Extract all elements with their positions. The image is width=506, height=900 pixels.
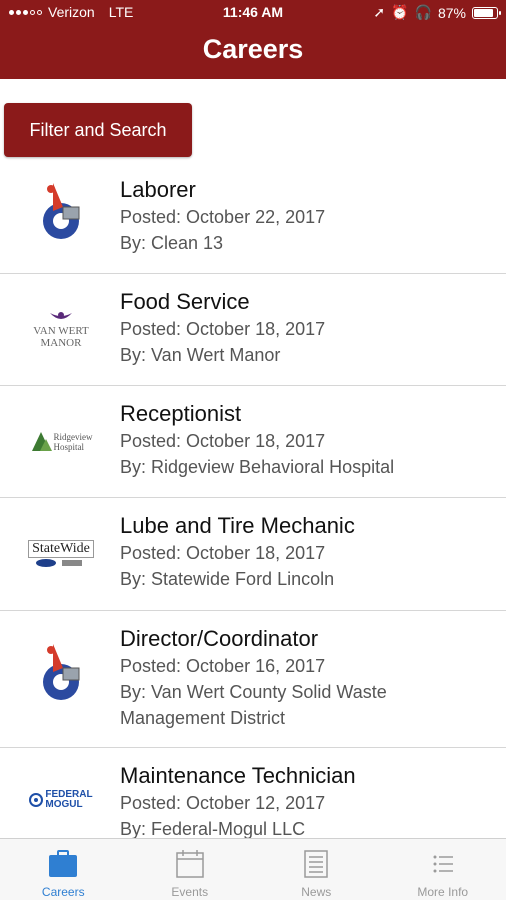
logo-text: VAN WERT <box>33 325 89 337</box>
job-list-item[interactable]: Ridgeview Hospital Receptionist Posted: … <box>0 386 506 498</box>
logo-text: Ridgeview <box>53 432 93 442</box>
location-icon: ➚ <box>373 4 386 20</box>
tab-label: News <box>301 885 332 899</box>
calendar-icon <box>176 850 204 878</box>
tab-careers[interactable]: Careers <box>0 839 127 900</box>
battery-percent: 87% <box>437 4 466 21</box>
logo-text: Hospital <box>53 442 85 452</box>
job-list-item[interactable]: Director/Coordinator Posted: October 16,… <box>0 611 506 748</box>
job-posted-date: Posted: October 22, 2017 <box>120 207 326 227</box>
job-posted-date: Posted: October 12, 2017 <box>120 793 326 813</box>
alarm-icon: ⏰ <box>391 4 409 20</box>
filter-and-search-button[interactable]: Filter and Search <box>4 103 192 157</box>
job-title: Laborer <box>120 177 196 202</box>
job-list-item[interactable]: VAN WERT MANOR Food Service Posted: Octo… <box>0 274 506 386</box>
van-wert-manor-logo: VAN WERT MANOR <box>18 300 104 360</box>
job-posted-date: Posted: October 18, 2017 <box>120 319 326 339</box>
job-title: Food Service <box>120 289 250 314</box>
job-posted-date: Posted: October 18, 2017 <box>120 431 326 451</box>
tab-more-info[interactable]: More Info <box>380 839 506 900</box>
ridgeview-logo: Ridgeview Hospital <box>18 412 104 472</box>
tab-label: Events <box>171 885 209 899</box>
logo-text: MOGUL <box>45 799 83 810</box>
tab-label: More Info <box>417 885 469 899</box>
clean13-logo <box>18 641 104 701</box>
job-employer: By: Clean 13 <box>120 233 224 253</box>
logo-text: MANOR <box>40 337 82 349</box>
job-posted-date: Posted: October 18, 2017 <box>120 543 326 563</box>
list-icon <box>433 855 453 873</box>
logo-text: StateWide <box>28 540 94 558</box>
job-title: Maintenance Technician <box>120 763 356 788</box>
newspaper-icon <box>304 850 328 878</box>
status-bar: Verizon LTE 11:46 AM ➚ ⏰ 🎧 87% <box>0 4 506 24</box>
job-title: Receptionist <box>120 401 242 426</box>
federal-mogul-logo: FEDERAL MOGUL <box>18 770 104 830</box>
job-employer: By: Ridgeview Behavioral Hospital <box>120 457 395 477</box>
job-posted-date: Posted: October 16, 2017 <box>120 656 326 676</box>
job-employer: By: Statewide Ford Lincoln <box>120 569 335 589</box>
battery-icon <box>472 6 501 19</box>
statewide-logo: StateWide <box>18 524 104 584</box>
job-list-item[interactable]: StateWide Lube and Tire Mechanic Posted:… <box>0 498 506 611</box>
job-title: Director/Coordinator <box>120 626 319 651</box>
clean13-logo <box>18 180 104 240</box>
app-header: Verizon LTE 11:46 AM ➚ ⏰ 🎧 87% Careers <box>0 0 506 79</box>
tab-bar: Careers Events News More Info <box>0 838 506 900</box>
job-title: Lube and Tire Mechanic <box>120 513 355 538</box>
page-title: Careers <box>202 34 304 64</box>
job-list: Laborer Posted: October 22, 2017 By: Cle… <box>0 162 506 860</box>
tab-events[interactable]: Events <box>127 839 254 900</box>
briefcase-icon <box>49 850 78 877</box>
job-list-item[interactable]: Laborer Posted: October 22, 2017 By: Cle… <box>0 162 506 274</box>
job-employer: By: Van Wert County Solid Waste Manageme… <box>120 682 387 728</box>
job-employer: By: Van Wert Manor <box>120 345 281 365</box>
tab-label: Careers <box>41 885 85 899</box>
headphones-icon: 🎧 <box>414 4 432 20</box>
tab-news[interactable]: News <box>253 839 380 900</box>
